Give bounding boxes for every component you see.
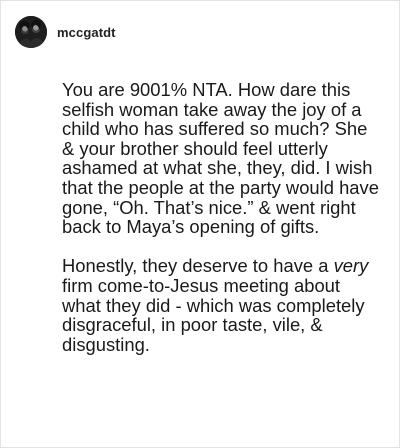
paragraph-2-text-end: firm come-to-Jesus meeting about what th… — [62, 274, 365, 355]
paragraph-2-text-start: Honestly, they deserve to have a — [62, 255, 334, 277]
username[interactable]: mccgatdt — [57, 25, 116, 40]
comment-card: mccgatdt You are 9001% NTA. How dare thi… — [0, 0, 400, 448]
comment-header: mccgatdt — [15, 15, 116, 49]
comment-paragraph-1: You are 9001% NTA. How dare this selfish… — [62, 79, 379, 238]
emphasized-word: very — [333, 255, 369, 277]
comment-paragraph-2: Honestly, they deserve to have a very fi… — [62, 256, 382, 354]
profile-avatar-icon[interactable] — [15, 16, 47, 48]
comment-body: You are 9001% NTA. How dare this selfish… — [62, 80, 382, 354]
